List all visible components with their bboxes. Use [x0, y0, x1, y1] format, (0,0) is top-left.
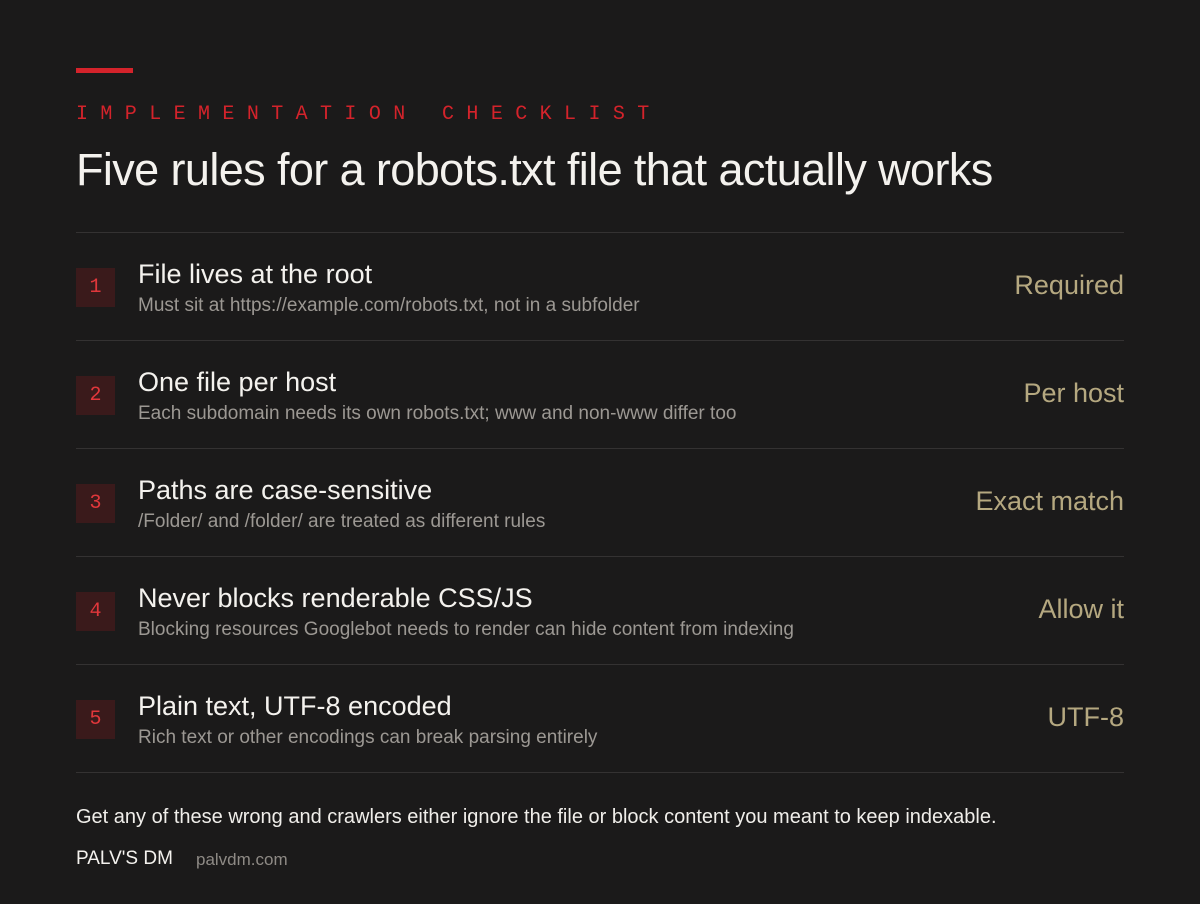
footer-note: Get any of these wrong and crawlers eith… — [76, 806, 997, 828]
rule-description: Rich text or other encodings can break p… — [138, 727, 598, 748]
rule-tag: Required — [1014, 270, 1124, 300]
rule-number-badge: 3 — [76, 484, 115, 523]
checklist-page: IMPLEMENTATION CHECKLIST Five rules for … — [0, 0, 1200, 904]
rule-description: /Folder/ and /folder/ are treated as dif… — [138, 511, 546, 532]
page-title: Five rules for a robots.txt file that ac… — [76, 144, 993, 195]
rule-tag: Exact match — [975, 486, 1124, 516]
rule-number-badge: 1 — [76, 268, 115, 307]
rule-tag: UTF-8 — [1047, 702, 1125, 732]
site-url: palvdm.com — [196, 850, 288, 869]
list-item: 1 File lives at the root Must sit at htt… — [76, 233, 1124, 341]
list-item: 2 One file per host Each subdomain needs… — [76, 341, 1124, 449]
rule-description: Blocking resources Googlebot needs to re… — [138, 619, 794, 640]
rule-number-badge: 4 — [76, 592, 115, 631]
rules-list: 1 File lives at the root Must sit at htt… — [76, 232, 1124, 773]
rule-title: One file per host — [138, 367, 337, 397]
rule-title: Never blocks renderable CSS/JS — [138, 583, 533, 613]
rule-tag: Per host — [1023, 378, 1124, 408]
eyebrow-label: IMPLEMENTATION CHECKLIST — [76, 103, 662, 126]
list-item: 5 Plain text, UTF-8 encoded Rich text or… — [76, 665, 1124, 773]
rule-title: File lives at the root — [138, 259, 373, 289]
rule-description: Must sit at https://example.com/robots.t… — [138, 295, 640, 316]
brand-name: PALV'S DM — [76, 848, 173, 869]
rule-tag: Allow it — [1038, 594, 1124, 624]
rule-title: Paths are case-sensitive — [138, 475, 433, 505]
rule-number-badge: 2 — [76, 376, 115, 415]
rule-description: Each subdomain needs its own robots.txt;… — [138, 403, 737, 424]
rule-number-badge: 5 — [76, 700, 115, 739]
list-item: 3 Paths are case-sensitive /Folder/ and … — [76, 449, 1124, 557]
list-item: 4 Never blocks renderable CSS/JS Blockin… — [76, 557, 1124, 665]
accent-bar — [76, 68, 133, 73]
rule-title: Plain text, UTF-8 encoded — [138, 691, 452, 721]
